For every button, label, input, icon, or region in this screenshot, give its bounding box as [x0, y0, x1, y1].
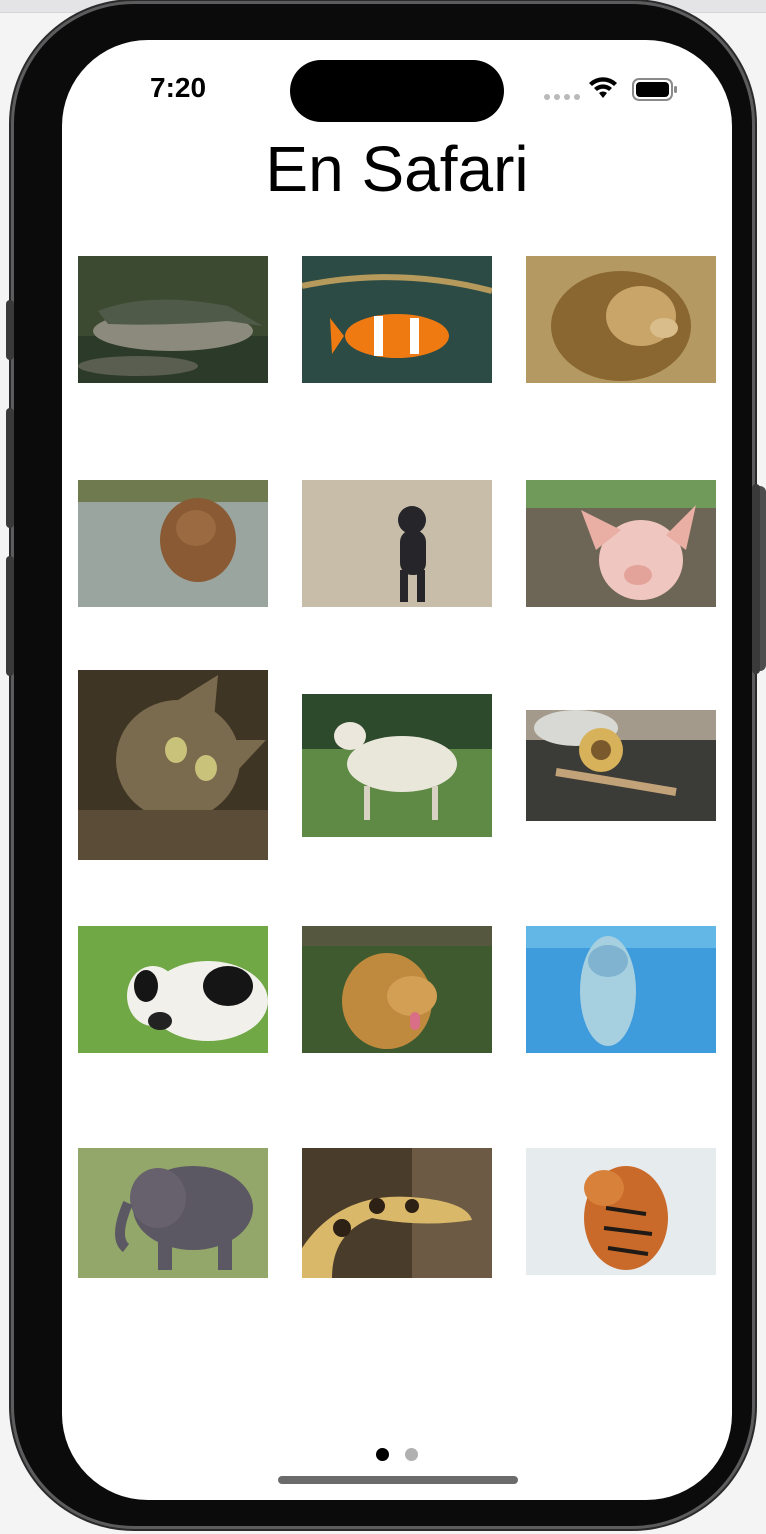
iphone-simulator: 7:20 En Safari — [6, 4, 760, 1526]
animal-image-dog[interactable] — [302, 926, 492, 1053]
animal-image-crocodile[interactable] — [78, 256, 268, 383]
animal-image-bear[interactable] — [78, 480, 268, 607]
animal-image-dolphin[interactable] — [526, 926, 716, 1053]
page-dot-1[interactable] — [376, 1448, 389, 1461]
animal-image-elephant[interactable] — [78, 1148, 268, 1278]
animal-image-clownfish[interactable] — [302, 256, 492, 383]
home-indicator[interactable] — [278, 1476, 518, 1484]
power-button[interactable] — [752, 484, 760, 674]
status-time: 7:20 — [150, 72, 207, 103]
page-title: En Safari — [265, 133, 529, 205]
animal-image-pig[interactable] — [526, 480, 716, 607]
wifi-icon — [589, 77, 617, 98]
animal-image-snail[interactable] — [526, 710, 716, 821]
animal-image-lamb[interactable] — [302, 694, 492, 837]
animal-image-lion[interactable] — [526, 256, 716, 383]
signal-icon — [544, 94, 580, 100]
battery-icon — [632, 78, 677, 101]
volume-down-button[interactable] — [6, 408, 14, 528]
dynamic-island — [290, 60, 504, 122]
animal-image-cow[interactable] — [78, 926, 268, 1053]
page-indicator[interactable] — [376, 1448, 418, 1461]
volume-up-button[interactable] — [6, 300, 14, 360]
animal-image-tiger[interactable] — [526, 1148, 716, 1275]
mute-switch[interactable] — [6, 556, 14, 676]
animal-image-cat[interactable] — [78, 670, 268, 860]
app-screen: 7:20 En Safari — [62, 40, 732, 1500]
page-dot-2[interactable] — [405, 1448, 418, 1461]
animal-image-chimpanzee[interactable] — [302, 480, 492, 607]
animal-image-snake[interactable] — [302, 1148, 492, 1278]
